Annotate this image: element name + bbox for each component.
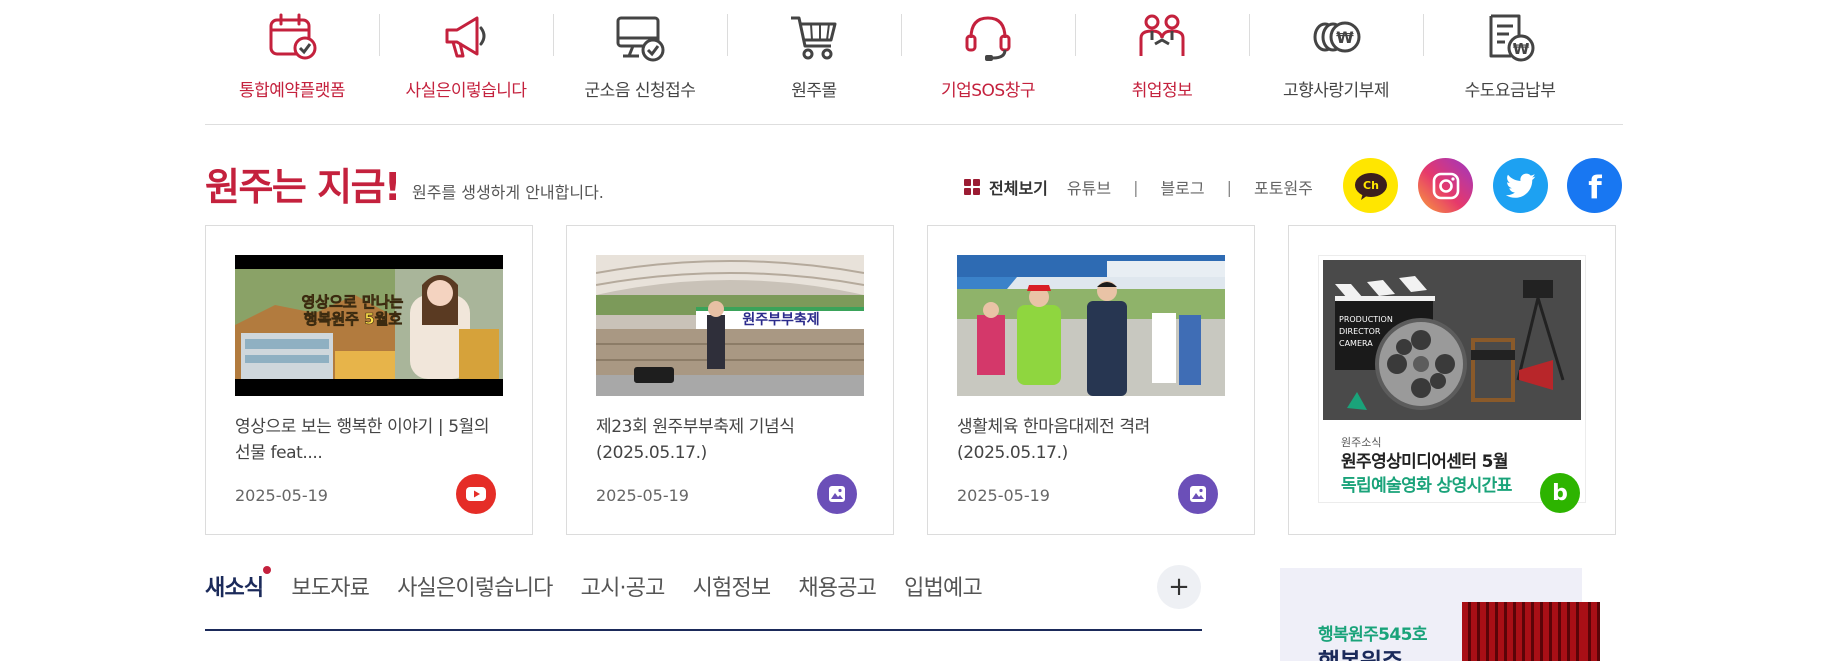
video-thumbnail-image: 영상으로 만나는 행복원주 5월호 xyxy=(235,255,503,396)
tab-facts[interactable]: 사실은이렇습니다 xyxy=(397,570,553,602)
card-thumbnail xyxy=(957,255,1225,396)
facebook-label: f xyxy=(1588,171,1602,201)
thumbnail-caption: 영상으로 만나는 행복원주 5월호 xyxy=(301,293,408,328)
photo-thumbnail-image: 원주부부축제 xyxy=(596,255,864,396)
instagram-icon xyxy=(1432,172,1459,199)
magazine-title: 행복원주 xyxy=(1318,642,1403,661)
quick-item-label: 고향사랑기부제 xyxy=(1283,81,1389,101)
tab-label: 새소식 xyxy=(205,576,264,601)
megaphone-icon xyxy=(445,16,486,58)
card-thumbnail: 원주부부축제 xyxy=(596,255,864,396)
magazine-cover-image-edge xyxy=(1582,602,1600,661)
quick-item-donation[interactable]: ₩ 고향사랑기부제 xyxy=(1249,6,1423,106)
card-title: 제23회 원주부부축제 기념식 (2025.05.17.) xyxy=(596,417,795,463)
quick-menu: 통합예약플랫폼 사실은이렇습니다 군소음 신청접수 원주몰 기업SOS창구 취업… xyxy=(205,6,1623,106)
quick-item-label: 수도요금납부 xyxy=(1464,81,1556,101)
link-separator: | xyxy=(1133,177,1139,197)
tab-notices[interactable]: 고시·공고 xyxy=(581,570,666,602)
poster-image: PRODUCTION DIRECTOR CAMERA xyxy=(1323,260,1581,420)
quick-item-facts[interactable]: 사실은이렇습니다 xyxy=(379,6,553,106)
quick-item-jobs[interactable]: 취업정보 xyxy=(1075,6,1249,106)
twitter-button[interactable] xyxy=(1493,158,1548,213)
quick-item-label: 군소음 신청접수 xyxy=(584,81,696,101)
instagram-button[interactable] xyxy=(1418,158,1473,213)
tab-exams[interactable]: 시험정보 xyxy=(693,570,772,602)
poster-title-line2: 독립예술영화 상영시간표 xyxy=(1341,476,1512,496)
card-date: 2025-05-19 xyxy=(957,486,1050,505)
divider xyxy=(205,124,1623,125)
section-subtitle: 원주를 생생하게 안내합니다. xyxy=(412,183,604,202)
svg-text:₩: ₩ xyxy=(1513,40,1530,58)
page: 통합예약플랫폼 사실은이렇습니다 군소음 신청접수 원주몰 기업SOS창구 취업… xyxy=(0,0,1845,661)
card-date: 2025-05-19 xyxy=(235,486,328,505)
quick-item-label: 사실은이렇습니다 xyxy=(405,81,527,101)
photo-badge xyxy=(817,474,857,514)
kakao-label: Ch xyxy=(1363,179,1379,192)
quick-item-label: 취업정보 xyxy=(1131,81,1193,101)
thumbnail-caption: 원주부부축제 xyxy=(742,312,819,328)
film-clapper-image: PRODUCTION DIRECTOR CAMERA xyxy=(1323,260,1581,420)
photo-thumbnail-image xyxy=(957,255,1225,396)
card-date: 2025-05-19 xyxy=(596,486,689,505)
news-card[interactable]: 원주부부축제 제23회 원주부부축제 기념식 (2025.05.17.) 202… xyxy=(566,225,894,535)
quick-item-label: 기업SOS창구 xyxy=(940,81,1036,101)
shopping-cart-icon xyxy=(791,16,837,60)
headset-icon xyxy=(965,16,1011,61)
quick-item-sos[interactable]: 기업SOS창구 xyxy=(901,6,1075,106)
link-separator: | xyxy=(1226,177,1233,197)
more-button[interactable]: + xyxy=(1157,565,1201,609)
tab-news[interactable]: 새소식 xyxy=(205,566,272,602)
quick-item-water[interactable]: ₩ 수도요금납부 xyxy=(1423,6,1597,106)
blog-poster: PRODUCTION DIRECTOR CAMERA 원주소식 원주영상미디어센… xyxy=(1318,255,1586,503)
news-card[interactable]: 생활체육 한마음대제전 격려 (2025.05.17.) 2025-05-19 xyxy=(927,225,1255,535)
new-indicator xyxy=(263,566,272,574)
kakao-channel-button[interactable]: Ch xyxy=(1343,158,1398,213)
tab-underline xyxy=(205,629,1202,631)
youtube-badge xyxy=(456,474,496,514)
tab-legislation[interactable]: 입법예고 xyxy=(904,570,983,602)
youtube-icon xyxy=(466,487,486,501)
card-title: 영상으로 보는 행복한 이야기 | 5월의 선물 feat.... xyxy=(235,417,490,463)
youtube-link[interactable]: 유튜브 xyxy=(1067,175,1111,199)
view-all-link[interactable]: 전체보기 xyxy=(964,175,1048,199)
quick-item-noise[interactable]: 군소음 신청접수 xyxy=(553,6,727,106)
photo-badge xyxy=(1178,474,1218,514)
card-thumbnail: 영상으로 만나는 행복원주 5월호 xyxy=(235,255,503,396)
section-title: 원주는 지금! xyxy=(205,165,401,209)
quick-item-reservation[interactable]: 통합예약플랫폼 xyxy=(205,6,379,106)
monitor-check-icon xyxy=(616,16,665,62)
news-tabs: 새소식 보도자료 사실은이렇습니다 고시·공고 시험정보 채용공고 입법예고 xyxy=(205,566,1010,602)
calendar-check-icon xyxy=(269,13,317,60)
facebook-icon: f xyxy=(1588,171,1602,201)
magazine-cover-image xyxy=(1462,602,1582,661)
naver-blog-icon: b xyxy=(1552,480,1568,506)
people-icon xyxy=(1139,14,1185,56)
kakao-channel-icon: Ch xyxy=(1354,172,1387,200)
photo-wonju-link[interactable]: 포토원주 xyxy=(1254,175,1313,199)
view-all-label: 전체보기 xyxy=(989,179,1048,198)
image-icon xyxy=(1190,486,1206,502)
quick-item-mall[interactable]: 원주몰 xyxy=(727,6,901,106)
blog-link[interactable]: 블로그 xyxy=(1160,175,1204,199)
facebook-button[interactable]: f xyxy=(1567,158,1622,213)
bill-won-icon: ₩ xyxy=(1489,14,1535,62)
blog-badge: b xyxy=(1540,473,1580,513)
channel-links: 전체보기 유튜브 | 블로그 | 포토원주 xyxy=(964,175,1313,199)
magazine-banner[interactable]: 행복원주545호 행복원주 xyxy=(1280,568,1582,661)
twitter-icon xyxy=(1505,173,1535,198)
image-icon xyxy=(829,486,845,502)
tab-recruit[interactable]: 채용공고 xyxy=(798,570,877,602)
quick-item-label: 원주몰 xyxy=(791,81,837,101)
tab-press[interactable]: 보도자료 xyxy=(291,570,370,602)
card-title: 생활체육 한마음대제전 격려 (2025.05.17.) xyxy=(957,417,1150,463)
coins-won-icon: ₩ xyxy=(1313,21,1361,53)
svg-text:₩: ₩ xyxy=(1336,28,1354,47)
blog-card[interactable]: PRODUCTION DIRECTOR CAMERA 원주소식 원주영상미디어센… xyxy=(1288,225,1616,535)
poster-title-line1: 원주영상미디어센터 5월 xyxy=(1341,452,1509,472)
quick-item-label: 통합예약플랫폼 xyxy=(239,81,345,101)
grid-icon xyxy=(964,179,980,195)
news-card[interactable]: 영상으로 만나는 행복원주 5월호 영상으로 보는 행복한 이야기 | 5월의 … xyxy=(205,225,533,535)
